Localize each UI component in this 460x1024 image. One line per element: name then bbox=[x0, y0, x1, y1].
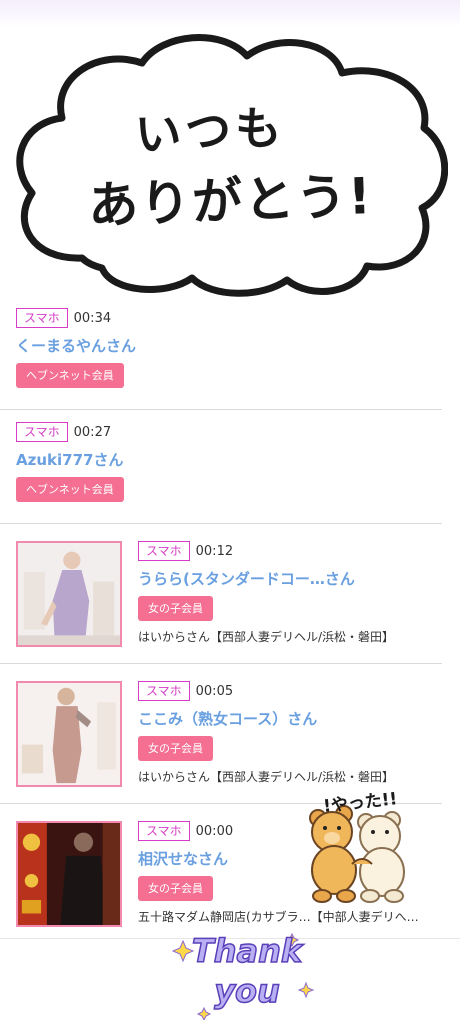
entry-meta: スマホ 00:12 bbox=[138, 541, 434, 561]
visitor-name-link[interactable]: ここみ（熟女コース）さん bbox=[138, 708, 434, 728]
cloud-text-line1: いつも bbox=[133, 100, 287, 162]
thank-you-line2: you bbox=[213, 971, 280, 1011]
list-item[interactable]: スマホ 00:12 うらら(スタンダードコー…さん 女の子会員 はいからさん【西… bbox=[0, 524, 442, 664]
visitor-name-link[interactable]: うらら(スタンダードコー…さん bbox=[138, 568, 434, 588]
access-time: 00:12 bbox=[195, 543, 234, 559]
member-badge: ヘブンネット会員 bbox=[16, 363, 124, 388]
access-time: 00:00 bbox=[195, 823, 234, 839]
visitor-photo[interactable] bbox=[16, 541, 122, 647]
entry-meta: スマホ 00:05 bbox=[138, 681, 434, 701]
cloud-text-line2: ありがとう! bbox=[86, 167, 374, 235]
shop-name: はいからさん【西部人妻デリヘル/浜松・磐田】 bbox=[138, 770, 395, 784]
shop-name: 五十路マダム静岡店(カサブラ…【中部人妻デリへ… bbox=[138, 910, 419, 924]
member-badge: 女の子会員 bbox=[138, 736, 213, 761]
bears-sticker: !やった!! bbox=[292, 784, 422, 904]
top-strip bbox=[0, 0, 460, 28]
visitor-photo[interactable] bbox=[16, 821, 122, 927]
visitor-photo[interactable] bbox=[16, 681, 122, 787]
entry-meta: スマホ 00:34 bbox=[16, 308, 442, 328]
device-badge: スマホ bbox=[138, 541, 190, 561]
access-time: 00:27 bbox=[73, 424, 112, 440]
device-badge: スマホ bbox=[16, 308, 68, 328]
thank-you-sticker: Thank you bbox=[171, 928, 322, 1022]
member-badge: 女の子会員 bbox=[138, 596, 213, 621]
access-time: 00:05 bbox=[195, 683, 234, 699]
thanks-cloud-sticker: いつも ありがとう! bbox=[12, 28, 449, 300]
entry-content: スマホ 00:05 ここみ（熟女コース）さん 女の子会員 はいからさん【西部人妻… bbox=[138, 681, 434, 785]
shop-name: はいからさん【西部人妻デリヘル/浜松・磐田】 bbox=[138, 630, 395, 644]
member-badge: ヘブンネット会員 bbox=[16, 477, 124, 502]
device-badge: スマホ bbox=[138, 681, 190, 701]
device-badge: スマホ bbox=[138, 821, 190, 841]
thank-you-line1: Thank bbox=[191, 931, 303, 971]
device-badge: スマホ bbox=[16, 422, 68, 442]
member-badge: 女の子会員 bbox=[138, 876, 213, 901]
access-time: 00:34 bbox=[73, 310, 112, 326]
list-item[interactable]: スマホ 00:05 ここみ（熟女コース）さん 女の子会員 はいからさん【西部人妻… bbox=[0, 664, 442, 804]
visitor-name-link[interactable]: くーまるやんさん bbox=[16, 335, 442, 355]
entry-meta: スマホ 00:27 bbox=[16, 422, 442, 442]
entry-content: スマホ 00:12 うらら(スタンダードコー…さん 女の子会員 はいからさん【西… bbox=[138, 541, 434, 645]
list-item[interactable]: スマホ 00:34 くーまるやんさん ヘブンネット会員 bbox=[0, 296, 442, 410]
list-item[interactable]: スマホ 00:27 Azuki777さん ヘブンネット会員 bbox=[0, 410, 442, 524]
visitor-name-link[interactable]: Azuki777さん bbox=[16, 449, 442, 469]
